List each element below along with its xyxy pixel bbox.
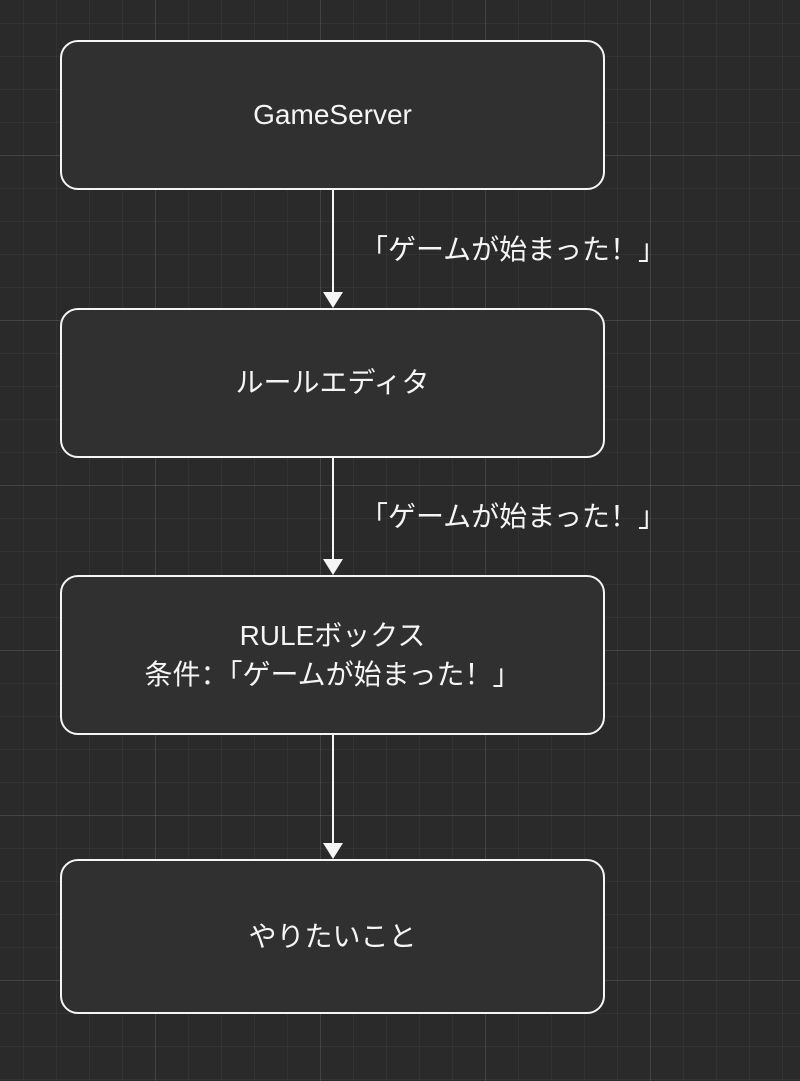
node-rule-box: RULEボックス 条件：「ゲームが始まった！」 [60, 575, 605, 735]
arrow-line [332, 735, 334, 843]
node-gameserver: GameServer [60, 40, 605, 190]
arrow-down-icon [323, 735, 343, 859]
node-label: GameServer [253, 95, 412, 134]
node-label: ルールエディタ [235, 363, 429, 402]
node-todo: やりたいこと [60, 859, 605, 1014]
arrow-head [323, 559, 343, 575]
edge-label: 「ゲームが始まった！」 [360, 495, 666, 535]
node-rule-editor: ルールエディタ [60, 308, 605, 458]
node-label: やりたいこと [248, 917, 416, 956]
edge-label: 「ゲームが始まった！」 [360, 228, 666, 268]
arrow-head [323, 292, 343, 308]
arrow-head [323, 843, 343, 859]
flowchart-diagram: GameServer 「ゲームが始まった！」 ルールエディタ 「ゲームが始まった… [0, 0, 800, 1081]
node-label: RULEボックス [240, 616, 426, 655]
arrow-down-icon [323, 458, 343, 575]
node-sublabel: 条件：「ゲームが始まった！」 [144, 655, 520, 694]
arrow-line [332, 458, 334, 559]
arrow-line [332, 190, 334, 292]
arrow-down-icon [323, 190, 343, 308]
